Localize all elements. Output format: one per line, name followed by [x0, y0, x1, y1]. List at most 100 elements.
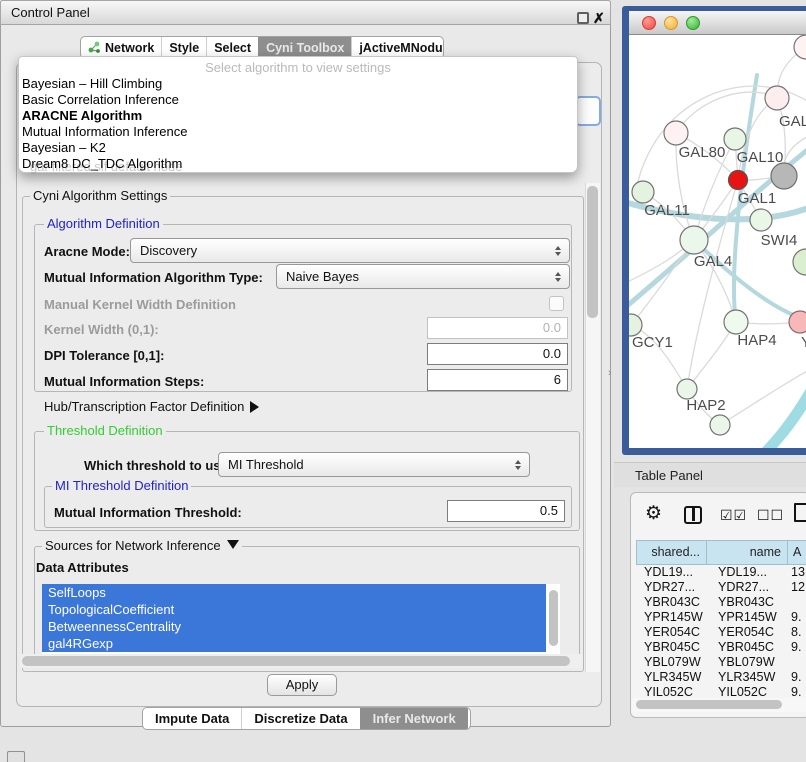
network-node-gal10[interactable]	[724, 128, 746, 150]
table-cell[interactable]: 9.	[791, 640, 806, 655]
mi-threshold-field[interactable]: 0.5	[447, 500, 565, 522]
attribute-list-scrollbar-thumb[interactable]	[549, 590, 558, 646]
tab-impute-data[interactable]: Impute Data	[143, 708, 241, 729]
screen: Control Panel ✗ Network Style Select Cyn…	[0, 0, 806, 762]
which-threshold-label: Which threshold to use:	[84, 458, 232, 473]
gear-icon[interactable]: ⚙	[645, 502, 662, 525]
dropdown-item-mutual-information[interactable]: Mutual Information Inference	[22, 124, 562, 140]
network-node-red-gal1[interactable]	[729, 171, 748, 190]
table-cell[interactable]: 8.	[791, 625, 806, 640]
split-columns-icon[interactable]	[684, 506, 702, 524]
vertical-scrollbar-thumb[interactable]	[587, 186, 598, 318]
network-node-gcy1[interactable]	[629, 314, 642, 336]
network-node-swi4[interactable]	[750, 209, 772, 231]
list-item-gal4rgexp[interactable]: gal4RGexp	[42, 635, 546, 652]
table-cell[interactable]: YIL052C	[718, 685, 788, 698]
tab-jactivemnodules[interactable]: jActiveMNodules	[351, 37, 444, 58]
table-cell[interactable]: YDL19...	[718, 565, 788, 580]
table-cell[interactable]: 13	[791, 565, 806, 580]
network-node-gal11[interactable]	[632, 181, 654, 203]
kernel-width-field[interactable]: 0.0	[427, 317, 568, 339]
tab-infer-network[interactable]: Infer Network	[360, 708, 468, 729]
splitter-collapse-icon[interactable]: ›	[608, 367, 612, 379]
table-cell[interactable]: YDL19...	[644, 565, 708, 580]
dropdown-item-basic-correlation[interactable]: Basic Correlation Inference	[22, 92, 562, 108]
manual-kernel-checkbox[interactable]	[549, 296, 564, 311]
close-traffic-light[interactable]	[642, 16, 656, 30]
table-cell[interactable]: YBR045C	[718, 640, 788, 655]
table-scrollbar-thumb[interactable]	[636, 700, 782, 709]
network-node-gal80[interactable]	[664, 121, 688, 145]
table-cell[interactable]: YLR345W	[644, 670, 708, 685]
network-node[interactable]	[710, 415, 730, 435]
table-cell[interactable]: 9.	[791, 670, 806, 685]
tab-style[interactable]: Style	[161, 37, 206, 58]
minimize-traffic-light[interactable]	[664, 16, 678, 30]
table-cell[interactable]: YBR043C	[718, 595, 788, 610]
kernel-width-label: Kernel Width (0,1):	[44, 322, 159, 337]
dropdown-item-dream8[interactable]: Dream8 DC_TDC Algorithm	[22, 156, 562, 172]
table-cell[interactable]: 9.	[791, 610, 806, 625]
table-cell[interactable]: YPR145W	[718, 610, 788, 625]
hub-definition-label: Hub/Transcription Factor Definition	[44, 399, 244, 414]
table-cell[interactable]: 9.	[791, 685, 806, 698]
dropdown-item-bayesian-hill-climbing[interactable]: Bayesian – Hill Climbing	[22, 76, 562, 92]
svg-text:GAL10: GAL10	[737, 149, 784, 166]
which-threshold-value: MI Threshold	[228, 457, 304, 472]
apply-button[interactable]: Apply	[267, 674, 337, 696]
network-node-gray[interactable]	[771, 163, 797, 189]
tab-cyni-toolbox[interactable]: Cyni Toolbox	[258, 37, 351, 58]
sources-collapse-header[interactable]: Sources for Network Inference	[42, 539, 242, 553]
minimized-panel-icon[interactable]	[7, 751, 25, 762]
tab-network[interactable]: Network	[81, 37, 161, 58]
table-cell[interactable]	[791, 595, 806, 610]
table-cell[interactable]	[791, 655, 806, 670]
aracne-mode-combobox[interactable]: Discovery	[130, 238, 570, 263]
table-cell[interactable]: YLR345W	[718, 670, 788, 685]
dropdown-item-aracne[interactable]: ARACNE Algorithm	[22, 108, 562, 124]
dpi-tolerance-field[interactable]: 0.0	[427, 343, 568, 365]
horizontal-scrollbar-thumb[interactable]	[22, 656, 570, 666]
column-header-partial[interactable]: A	[788, 540, 806, 565]
table-cell[interactable]: 12	[791, 580, 806, 595]
deselect-all-checkboxes-icon[interactable]: ☐☐	[757, 507, 784, 524]
tab-discretize-data[interactable]: Discretize Data	[241, 708, 359, 729]
table-cell[interactable]: YBL079W	[644, 655, 708, 670]
float-window-icon[interactable]	[577, 12, 589, 24]
network-node[interactable]	[793, 249, 806, 275]
expand-right-icon	[250, 401, 259, 413]
tab-select[interactable]: Select	[206, 37, 258, 58]
which-threshold-combobox[interactable]: MI Threshold	[218, 452, 530, 477]
network-node-gal4[interactable]	[680, 226, 708, 254]
network-node-hap4[interactable]	[724, 310, 748, 334]
network-node-gal[interactable]	[765, 86, 789, 110]
select-all-checkboxes-icon[interactable]: ☑☑	[720, 507, 747, 524]
column-header-name[interactable]: name	[707, 540, 788, 565]
list-item-topologicalcoefficient[interactable]: TopologicalCoefficient	[42, 601, 546, 618]
table-cell[interactable]: YPR145W	[644, 610, 708, 625]
network-canvas[interactable]: GAL GAL80 GAL10 GAL1 GAL11 SWI4 GAL4 GCY…	[629, 35, 806, 448]
table-cell[interactable]: YBR043C	[644, 595, 708, 610]
mi-steps-field[interactable]: 6	[427, 369, 568, 391]
list-item-betweennesscentrality[interactable]: BetweennessCentrality	[42, 618, 546, 635]
network-node-y[interactable]	[789, 311, 806, 333]
export-table-icon[interactable]	[794, 503, 806, 522]
table-cell[interactable]: YBR045C	[644, 640, 708, 655]
table-cell[interactable]: YIL052C	[644, 685, 708, 698]
network-node-hap2[interactable]	[677, 379, 697, 399]
zoom-traffic-light[interactable]	[686, 16, 700, 30]
close-icon[interactable]: ✗	[593, 9, 605, 27]
svg-text:GAL1: GAL1	[738, 190, 776, 207]
dropdown-item-bayesian-k2[interactable]: Bayesian – K2	[22, 140, 562, 156]
data-attributes-list: SelfLoops TopologicalCoefficient Between…	[42, 584, 560, 656]
algorithm-definition-title: Algorithm Definition	[44, 217, 163, 231]
hub-definition-expander[interactable]: Hub/Transcription Factor Definition	[44, 399, 259, 414]
table-cell[interactable]: YER054C	[718, 625, 788, 640]
table-cell[interactable]: YBL079W	[718, 655, 788, 670]
mi-type-combobox[interactable]: Naive Bayes	[276, 264, 570, 289]
table-cell[interactable]: YDR27...	[644, 580, 708, 595]
column-header-shared[interactable]: shared...	[636, 540, 707, 565]
table-cell[interactable]: YDR27...	[718, 580, 788, 595]
list-item-selfloops[interactable]: SelfLoops	[42, 584, 546, 601]
table-cell[interactable]: YER054C	[644, 625, 708, 640]
